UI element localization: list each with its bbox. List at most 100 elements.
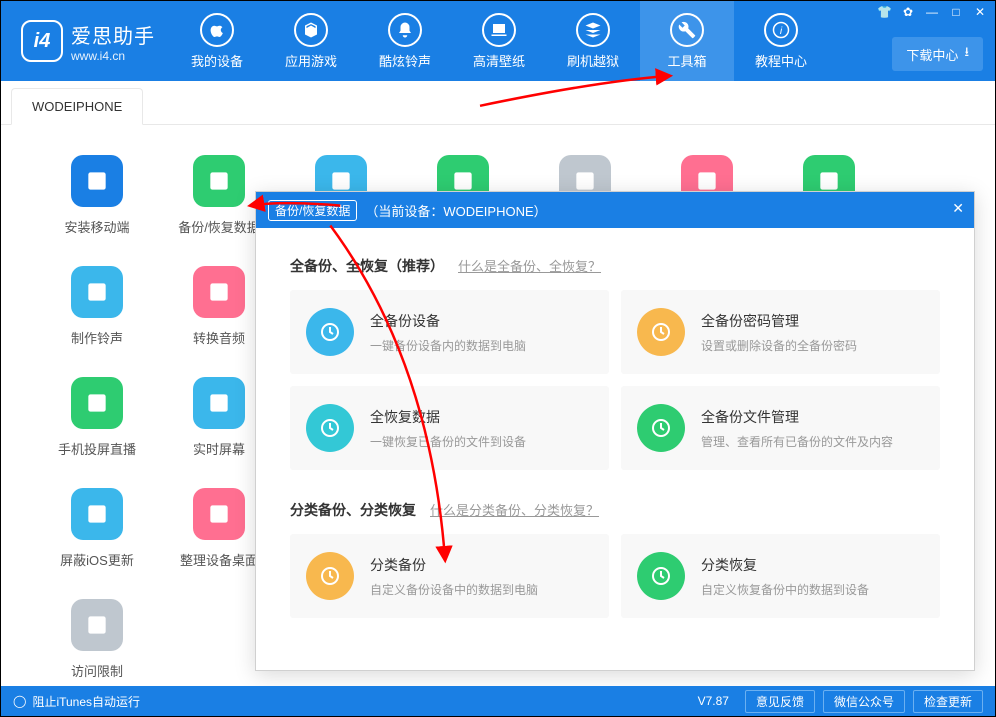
cards1-card-2[interactable]: 全恢复数据一键恢复已备份的文件到设备 xyxy=(290,386,609,470)
nav-item-2[interactable]: 酷炫铃声 xyxy=(358,1,452,81)
tool-icon xyxy=(193,155,245,207)
cards1-card-0[interactable]: 全备份设备一键备份设备内的数据到电脑 xyxy=(290,290,609,374)
nav-label: 高清壁纸 xyxy=(473,51,525,70)
card-title: 分类恢复 xyxy=(701,555,869,575)
modal-title: 备份/恢复数据 xyxy=(268,200,357,221)
card-desc: 自定义恢复备份中的数据到设备 xyxy=(701,581,869,598)
modal-body: 全备份、全恢复（推荐） 什么是全备份、全恢复？ 全备份设备一键备份设备内的数据到… xyxy=(256,228,974,670)
close-icon[interactable]: ✕ xyxy=(973,5,987,19)
nav-item-5[interactable]: 工具箱 xyxy=(640,1,734,81)
card-icon xyxy=(637,552,685,600)
itunes-toggle-label: 阻止iTunes自动运行 xyxy=(32,693,140,710)
nav-item-6[interactable]: i 教程中心 xyxy=(734,1,828,81)
tool-21[interactable]: 屏蔽iOS更新 xyxy=(41,488,153,569)
tool-icon xyxy=(71,488,123,540)
card-icon xyxy=(637,404,685,452)
nav-label: 教程中心 xyxy=(755,51,807,70)
cards1-card-3[interactable]: 全备份文件管理管理、查看所有已备份的文件及内容 xyxy=(621,386,940,470)
nav-label: 应用游戏 xyxy=(285,51,337,70)
card-icon xyxy=(306,308,354,356)
tool-label: 转换音频 xyxy=(193,328,245,347)
minimize-icon[interactable]: — xyxy=(925,5,939,19)
tool-label: 制作铃声 xyxy=(71,328,123,347)
radio-off-icon: ◯ xyxy=(13,694,26,708)
section1-help-link[interactable]: 什么是全备份、全恢复？ xyxy=(458,256,601,275)
svg-text:i: i xyxy=(780,24,783,36)
tool-label: 手机投屏直播 xyxy=(58,439,136,458)
card-title: 分类备份 xyxy=(370,555,538,575)
tool-label: 访问限制 xyxy=(71,661,123,680)
tool-icon xyxy=(193,377,245,429)
tool-0[interactable]: 安装移动端 xyxy=(41,155,153,236)
card-desc: 自定义备份设备中的数据到电脑 xyxy=(370,581,538,598)
tool-label: 安装移动端 xyxy=(64,217,129,236)
feedback-button[interactable]: 意见反馈 xyxy=(745,690,815,713)
wechat-button[interactable]: 微信公众号 xyxy=(823,690,905,713)
tool-icon xyxy=(71,377,123,429)
device-tab[interactable]: WODEIPHONE xyxy=(11,88,143,125)
tool-14[interactable]: 手机投屏直播 xyxy=(41,377,153,458)
nav-icon xyxy=(200,13,234,47)
card-title: 全备份文件管理 xyxy=(701,407,893,427)
modal-device-text: （当前设备：WODEIPHONE） xyxy=(365,201,546,220)
tool-label: 实时屏幕 xyxy=(193,439,245,458)
tool-label: 整理设备桌面 xyxy=(180,550,258,569)
card-icon xyxy=(637,308,685,356)
nav-item-4[interactable]: 刷机越狱 xyxy=(546,1,640,81)
section1-title: 全备份、全恢复（推荐） xyxy=(290,256,444,276)
cards1-card-1[interactable]: 全备份密码管理设置或删除设备的全备份密码 xyxy=(621,290,940,374)
window-controls: 👕 ✿ — □ ✕ xyxy=(877,5,987,19)
card-desc: 管理、查看所有已备份的文件及内容 xyxy=(701,433,893,450)
section2-help-link[interactable]: 什么是分类备份、分类恢复？ xyxy=(430,500,599,519)
card-title: 全恢复数据 xyxy=(370,407,526,427)
nav-label: 工具箱 xyxy=(667,51,706,70)
tool-icon xyxy=(193,266,245,318)
card-icon xyxy=(306,552,354,600)
nav-icon xyxy=(670,13,704,47)
download-center-label: 下载中心 xyxy=(906,45,958,64)
nav-item-0[interactable]: 我的设备 xyxy=(170,1,264,81)
card-icon xyxy=(306,404,354,452)
tool-icon xyxy=(71,155,123,207)
nav-item-1[interactable]: 应用游戏 xyxy=(264,1,358,81)
tool-28[interactable]: 访问限制 xyxy=(41,599,153,680)
backup-restore-modal: 备份/恢复数据 （当前设备：WODEIPHONE） ✕ 全备份、全恢复（推荐） … xyxy=(255,191,975,671)
modal-close-icon[interactable]: ✕ xyxy=(952,200,964,217)
nav-icon xyxy=(294,13,328,47)
nav-label: 酷炫铃声 xyxy=(379,51,431,70)
card-title: 全备份设备 xyxy=(370,311,526,331)
tool-label: 屏蔽iOS更新 xyxy=(60,550,134,569)
device-tab-bar: WODEIPHONE xyxy=(1,81,995,125)
logo[interactable]: i4 爱思助手 www.i4.cn xyxy=(1,20,170,63)
app-name: 爱思助手 xyxy=(71,20,155,49)
card-desc: 设置或删除设备的全备份密码 xyxy=(701,337,857,354)
download-center-button[interactable]: 下载中心 ⭳ xyxy=(892,37,983,71)
app-domain: www.i4.cn xyxy=(71,49,155,63)
skin-icon[interactable]: 👕 xyxy=(877,5,891,19)
tool-label: 备份/恢复数据 xyxy=(178,217,260,236)
nav-icon: i xyxy=(764,13,798,47)
settings-icon[interactable]: ✿ xyxy=(901,5,915,19)
card-desc: 一键备份设备内的数据到电脑 xyxy=(370,337,526,354)
nav-icon xyxy=(576,13,610,47)
card-title: 全备份密码管理 xyxy=(701,311,857,331)
tool-icon xyxy=(71,266,123,318)
maximize-icon[interactable]: □ xyxy=(949,5,963,19)
logo-badge-icon: i4 xyxy=(21,20,63,62)
footer-bar: ◯ 阻止iTunes自动运行 V7.87 意见反馈 微信公众号 检查更新 xyxy=(1,686,995,716)
tool-icon xyxy=(71,599,123,651)
download-arrow-icon: ⭳ xyxy=(964,43,969,65)
version-label: V7.87 xyxy=(698,694,729,708)
modal-titlebar[interactable]: 备份/恢复数据 （当前设备：WODEIPHONE） ✕ xyxy=(256,192,974,228)
tool-7[interactable]: 制作铃声 xyxy=(41,266,153,347)
tool-icon xyxy=(193,488,245,540)
nav-icon xyxy=(482,13,516,47)
card-desc: 一键恢复已备份的文件到设备 xyxy=(370,433,526,450)
cards2-card-0[interactable]: 分类备份自定义备份设备中的数据到电脑 xyxy=(290,534,609,618)
section2-title: 分类备份、分类恢复 xyxy=(290,500,416,520)
cards2-card-1[interactable]: 分类恢复自定义恢复备份中的数据到设备 xyxy=(621,534,940,618)
check-update-button[interactable]: 检查更新 xyxy=(913,690,983,713)
nav-item-3[interactable]: 高清壁纸 xyxy=(452,1,546,81)
top-nav: 我的设备应用游戏 酷炫铃声 高清壁纸 刷机越狱工具箱 i 教程中心 xyxy=(170,1,828,81)
itunes-toggle[interactable]: ◯ 阻止iTunes自动运行 xyxy=(13,693,140,710)
